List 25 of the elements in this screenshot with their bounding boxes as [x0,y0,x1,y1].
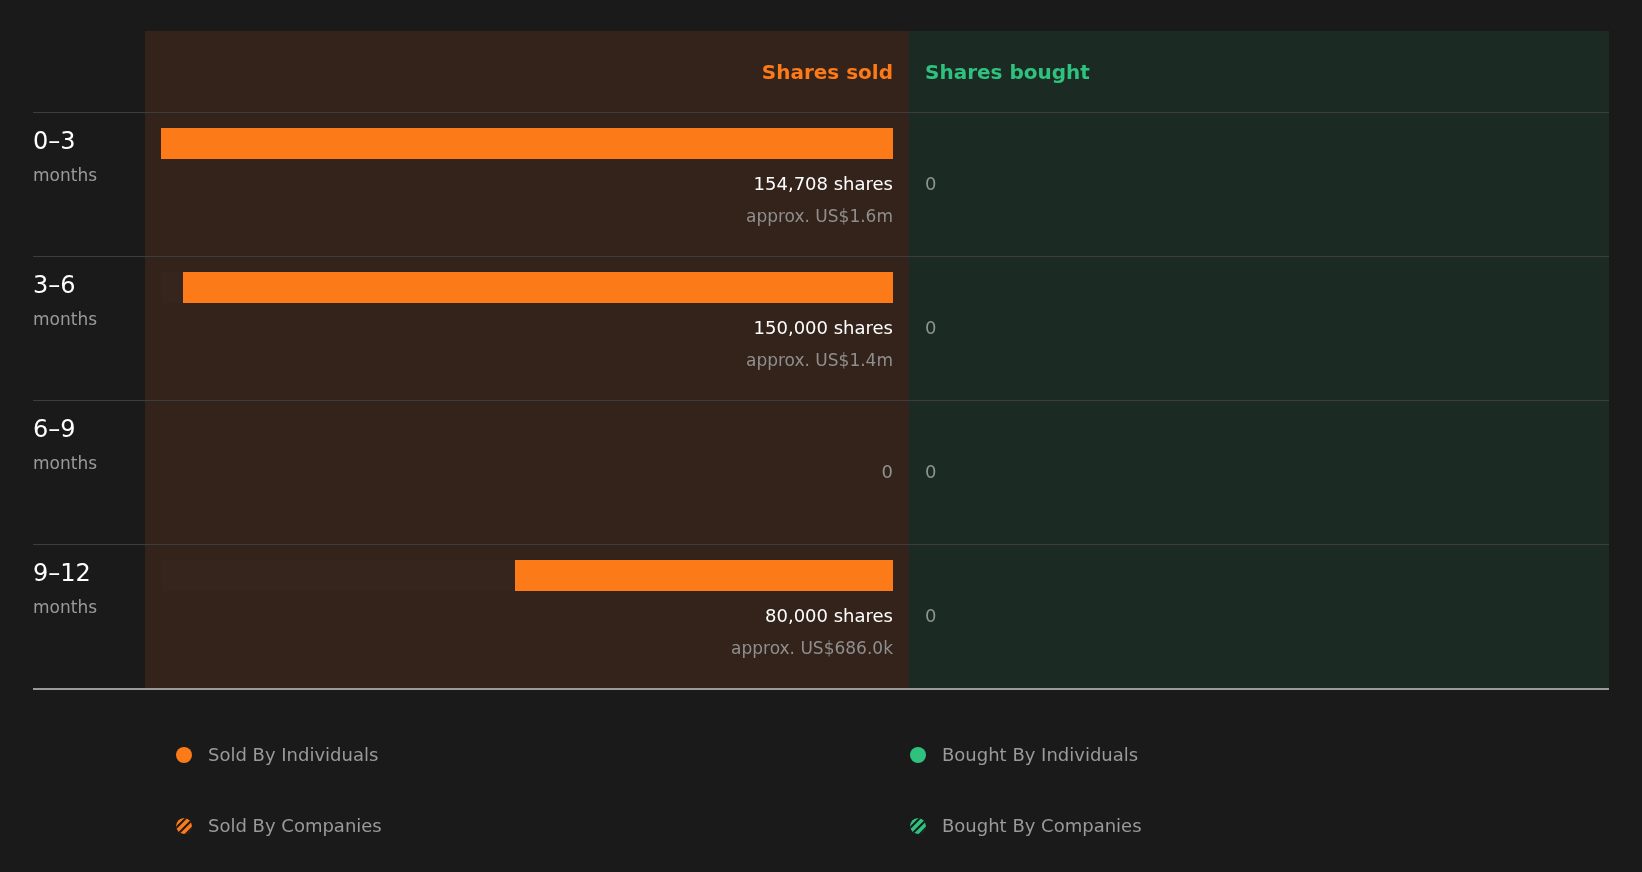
column-title: Shares bought [925,59,1090,84]
shares-count: 154,708 shares [753,173,893,194]
shares-count: 150,000 shares [753,317,893,338]
approx-value: approx. US$686.0k [731,638,893,658]
legend-label: Sold By Individuals [208,744,379,765]
shares-count: 80,000 shares [765,605,893,626]
shares-count: 0 [881,461,893,482]
approx-value: approx. US$1.6m [746,206,893,226]
shares-count: 0 [925,605,937,626]
period-unit: months [33,453,99,473]
legend-label: Bought By Companies [942,815,1142,836]
column-title: Shares sold [761,59,893,84]
approx-value: approx. US$1.4m [746,350,893,370]
period-unit: months [33,309,99,329]
period-label: 9–12 [33,559,92,587]
legend-label: Bought By Individuals [942,744,1139,765]
period-unit: months [33,597,99,617]
shares-count: 0 [925,173,937,194]
period-label: 0–3 [33,127,77,155]
period-unit: months [33,165,99,185]
shares-count: 0 [925,317,937,338]
legend-label: Sold By Companies [208,815,382,836]
period-label: 3–6 [33,271,77,299]
shares-count: 0 [925,461,937,482]
period-label: 6–9 [33,415,77,443]
